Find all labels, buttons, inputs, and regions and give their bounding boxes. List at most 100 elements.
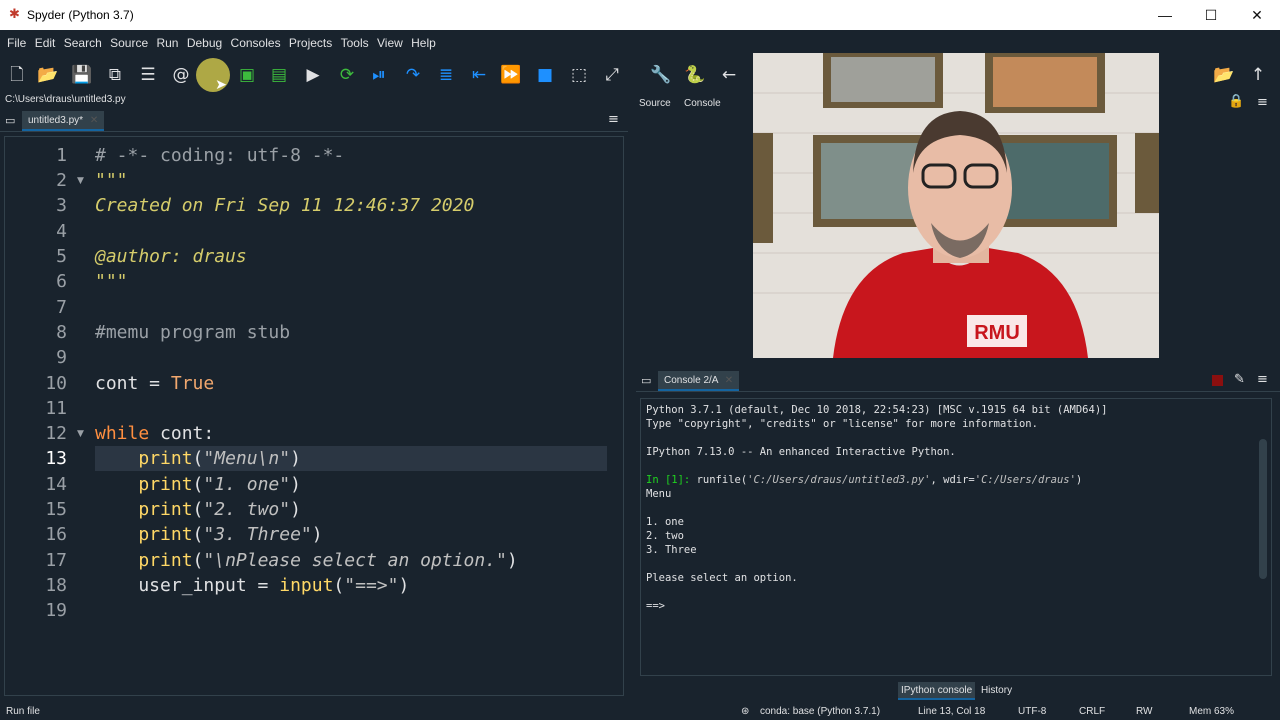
debug-icon[interactable]: ⏯	[368, 64, 390, 86]
line-number: 6	[56, 271, 67, 292]
code-editor[interactable]: 1 2 3 4 5 6 7 8 9 10 11 12 13 14 15 16 1…	[4, 136, 624, 696]
console-line: Python 3.7.1 (default, Dec 10 2018, 22:5…	[646, 404, 1108, 416]
line-number: 14	[45, 474, 67, 495]
console-output[interactable]: Python 3.7.1 (default, Dec 10 2018, 22:5…	[640, 398, 1272, 676]
code-line: """	[95, 170, 128, 191]
tab-history[interactable]: History	[978, 682, 1015, 700]
save-file-icon[interactable]: 💾	[71, 64, 93, 86]
minimize-button[interactable]: —	[1142, 0, 1188, 30]
continue-icon[interactable]: ⏩	[500, 64, 522, 86]
line-number: 11	[45, 398, 67, 419]
step-return-icon[interactable]: ⇤	[468, 64, 490, 86]
editor-tab[interactable]: untitled3.py* ✕	[22, 111, 105, 131]
folder-icon[interactable]: 📂	[1213, 64, 1235, 86]
mouse-cursor-icon: ➤	[215, 77, 227, 93]
console-tabbar: ▭ Console 2/A ✕ ✎ ≡	[636, 370, 1280, 392]
line-number: 16	[45, 524, 67, 545]
spyder-icon: ✱	[9, 6, 20, 21]
code-lines: # -*- coding: utf-8 -*- """ Created on F…	[95, 137, 607, 695]
tab-close-icon[interactable]: ✕	[90, 115, 98, 126]
menu-run[interactable]: Run	[156, 30, 178, 50]
line-number-gutter: 1 2 3 4 5 6 7 8 9 10 11 12 13 14 15 16 1…	[5, 137, 91, 695]
clear-console-icon[interactable]: ✎	[1234, 373, 1246, 386]
run-cell-icon[interactable]: ▣	[236, 64, 258, 86]
tab-ipython-console[interactable]: IPython console	[898, 682, 976, 700]
menu-projects[interactable]: Projects	[289, 30, 332, 50]
parent-dir-icon[interactable]: ↑	[1247, 64, 1269, 86]
maximize-button[interactable]: ☐	[1188, 0, 1234, 30]
editor-options-icon[interactable]: ≡	[608, 113, 620, 126]
fold-arrow-icon[interactable]: ▼	[77, 429, 84, 439]
menu-help[interactable]: Help	[411, 30, 436, 50]
step-into-icon[interactable]: ≣	[435, 64, 457, 86]
fullscreen-icon[interactable]: ⤢	[601, 64, 623, 86]
console-icon: ▭	[641, 374, 652, 387]
window-titlebar: ✱ Spyder (Python 3.7) — ☐ ✕	[0, 0, 1280, 30]
back-icon[interactable]: ←	[718, 64, 740, 86]
menu-view[interactable]: View	[377, 30, 403, 50]
line-number: 1	[56, 145, 67, 166]
fold-arrow-icon[interactable]: ▼	[77, 176, 84, 186]
help-options-icon[interactable]: ≡	[1257, 96, 1269, 109]
file-path: C:\Users\draus\untitled3.py	[5, 94, 126, 105]
preferences-icon[interactable]: 🔧	[650, 64, 672, 86]
step-icon[interactable]: ↷	[402, 64, 424, 86]
new-file-icon[interactable]: 🗋	[6, 64, 28, 86]
file-encoding: UTF-8	[1018, 706, 1047, 717]
editor-pane: ▭ untitled3.py* ✕ ≡ 1 2 3 4 5 6 7 8 9 10…	[0, 110, 628, 700]
run-cell-advance-icon[interactable]: ▤	[268, 64, 290, 86]
conda-env[interactable]: conda: base (Python 3.7.1)	[760, 706, 880, 717]
lock-icon[interactable]: 🔒	[1228, 95, 1244, 108]
stop-kernel-icon[interactable]	[1212, 375, 1223, 386]
line-number: 12	[45, 423, 67, 444]
line-number: 4	[56, 221, 67, 242]
console-tab-label: Console 2/A	[664, 375, 718, 386]
open-file-icon[interactable]: 📂	[37, 64, 59, 86]
close-button[interactable]: ✕	[1234, 0, 1280, 30]
code-line: # -*- coding: utf-8 -*-	[95, 145, 345, 166]
menu-tools[interactable]: Tools	[341, 30, 369, 50]
line-number: 10	[45, 373, 67, 394]
line-number: 9	[56, 347, 67, 368]
console-prompt-line: ==>	[646, 600, 665, 612]
ipython-console-pane: ▭ Console 2/A ✕ ✎ ≡ Python 3.7.1 (defaul…	[636, 370, 1280, 700]
code-line: """	[95, 271, 128, 292]
webcam-overlay: RMU	[753, 53, 1159, 358]
re-run-icon[interactable]: ⟳	[336, 64, 358, 86]
line-number: 5	[56, 246, 67, 267]
console-line: 1. one	[646, 516, 684, 528]
file-permissions: RW	[1136, 706, 1153, 717]
input-prompt: In [1]:	[646, 474, 691, 486]
code-line: @author: draus	[95, 246, 247, 267]
console-options-icon[interactable]: ≡	[1257, 373, 1269, 386]
menu-source[interactable]: Source	[110, 30, 148, 50]
browse-tabs-icon[interactable]: ☰	[137, 64, 159, 86]
menu-file[interactable]: File	[7, 30, 26, 50]
window-title: Spyder (Python 3.7)	[27, 8, 134, 22]
line-number: 2	[56, 170, 67, 191]
stop-debug-icon[interactable]: ■	[534, 64, 556, 86]
source-label[interactable]: Source	[639, 98, 671, 109]
tab-close-icon[interactable]: ✕	[725, 375, 733, 386]
menu-debug[interactable]: Debug	[187, 30, 222, 50]
line-number: 3	[56, 195, 67, 216]
code-line: print("3. Three")	[138, 524, 323, 545]
python-path-icon[interactable]: 🐍	[684, 64, 706, 86]
line-number-current: 13	[45, 448, 67, 469]
save-all-icon[interactable]: ⧉	[104, 64, 126, 86]
menu-search[interactable]: Search	[64, 30, 102, 50]
maximize-pane-icon[interactable]: ⬚	[568, 64, 590, 86]
console-bottom-tabs: IPython console History	[898, 682, 1015, 700]
line-number: 18	[45, 575, 67, 596]
run-selection-icon[interactable]: ▶	[302, 64, 324, 86]
console-scrollbar[interactable]	[1259, 439, 1267, 579]
console-tab[interactable]: Console 2/A ✕	[658, 371, 740, 391]
shirt-logo: RMU	[974, 322, 1020, 344]
at-sign-icon[interactable]: @	[170, 64, 192, 86]
menu-edit[interactable]: Edit	[35, 30, 56, 50]
code-line: user_input = input("==>")	[95, 575, 410, 596]
menu-consoles[interactable]: Consoles	[231, 30, 281, 50]
code-line: print("1. one")	[138, 474, 301, 495]
console-line: Type "copyright", "credits" or "license"…	[646, 418, 1038, 430]
console-label[interactable]: Console	[684, 98, 721, 109]
